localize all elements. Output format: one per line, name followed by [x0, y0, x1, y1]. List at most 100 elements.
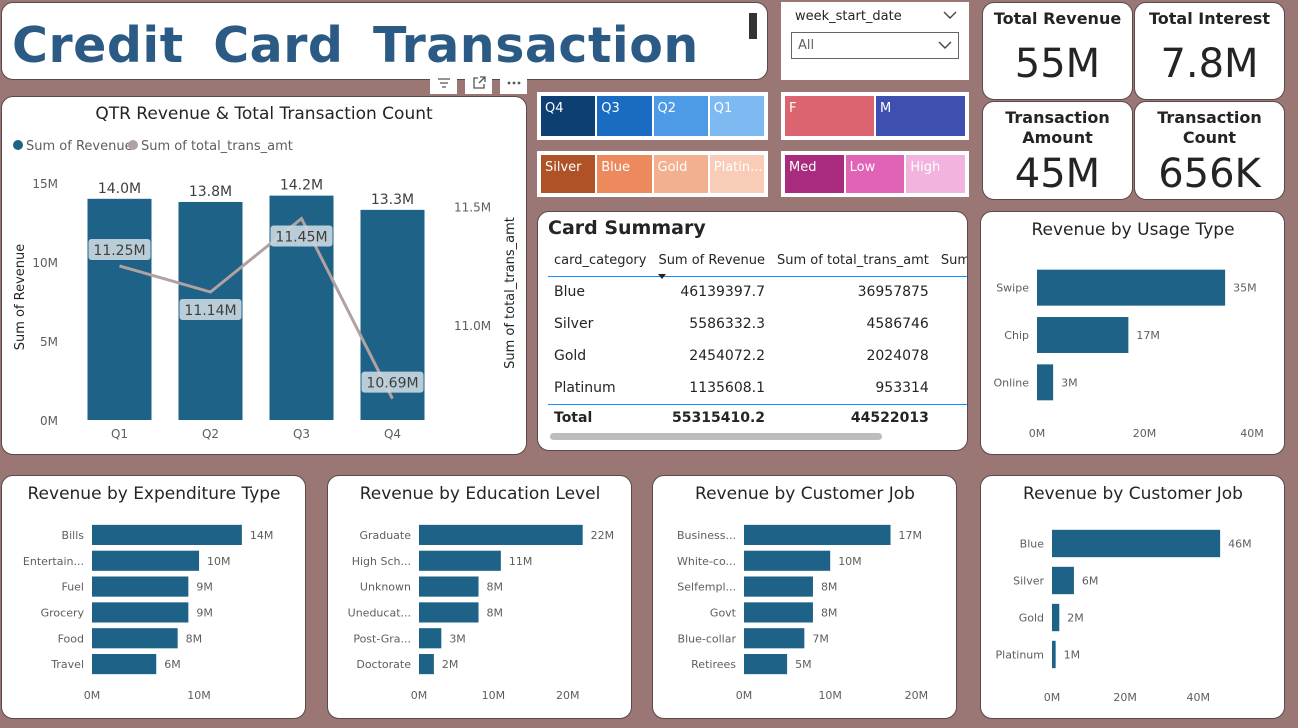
slicer-item-gold[interactable]: Gold [653, 155, 708, 193]
date-dropdown[interactable]: All [791, 32, 959, 59]
education-level-chart-card: Revenue by Education Level Graduate 22M Hig… [327, 475, 632, 719]
y-tick-label: 15M [32, 177, 58, 191]
bar [1037, 364, 1054, 401]
bar [1052, 566, 1074, 595]
line-data-label: 10.69M [366, 376, 418, 392]
bar-data-label: 6M [1082, 575, 1099, 588]
bar [419, 654, 434, 675]
column-header[interactable]: Sum of Revenue [652, 246, 772, 279]
y-tick-label: White-co... [677, 555, 736, 568]
bar-data-label: 8M [821, 581, 838, 594]
slicer-item-q2[interactable]: Q2 [653, 96, 708, 136]
scrollbar[interactable] [749, 13, 757, 39]
bar [744, 524, 891, 545]
qtr-revenue-chart-card: QTR Revenue & Total Transaction Count Sum… [1, 96, 527, 455]
x-tick-label: 10M [818, 689, 842, 702]
horizontal-scrollbar[interactable] [550, 433, 882, 440]
bar-data-label: 10M [207, 555, 231, 568]
table-cell: 5586332.3 [689, 316, 766, 332]
slicer-item-q4[interactable]: Q4 [541, 96, 596, 136]
kpi-value: 7.8M [1160, 41, 1259, 87]
y-tick-label: Food [58, 632, 84, 645]
x-tick-label: 0M [1029, 427, 1046, 440]
table-total-row: Total 55315410.2 44522013 [548, 403, 967, 432]
customer-job-chart-card: Revenue by Customer Job Business... 17M Whi… [652, 475, 957, 719]
bar [92, 602, 189, 623]
line-data-label: 11.45M [275, 230, 327, 246]
x-tick-label: Q1 [111, 427, 128, 441]
table-cell: 36957875 [857, 284, 929, 301]
bar [92, 654, 157, 675]
bar [419, 524, 583, 545]
table-cell [935, 308, 967, 340]
y-tick-label: 5M [40, 335, 58, 349]
bar-data-label: 8M [487, 606, 504, 619]
filter-icon[interactable] [430, 72, 457, 94]
y-tick-label: 0M [40, 414, 58, 428]
bar-data-label: 2M [1067, 612, 1084, 625]
column-header[interactable]: Sum of in [934, 246, 967, 277]
bar [419, 602, 479, 623]
table-header-row: card_category Sum of Revenue Sum of tota… [548, 246, 967, 279]
line-series [119, 216, 394, 400]
bar [1052, 603, 1060, 632]
x-tick-label: 40M [1186, 691, 1210, 704]
y-tick-label: Blue-collar [678, 632, 737, 645]
kpi-label: Total Interest [1148, 9, 1271, 28]
x-tick-label: Q4 [384, 427, 401, 441]
bar [1037, 269, 1226, 306]
bar [92, 628, 178, 649]
table-row: Platinum 1135608.1 953314 [548, 372, 967, 404]
y2-tick-label: 11.0M [454, 319, 491, 333]
bar [744, 654, 788, 675]
slicer-item-blue[interactable]: Blue [597, 155, 652, 193]
slicer-item-low[interactable]: Low [845, 155, 905, 193]
column-header[interactable]: card_category [548, 246, 653, 277]
y-axis-label: Sum of Revenue [13, 244, 28, 351]
table-cell: Gold [554, 348, 587, 364]
y-tick-label: Chip [1004, 329, 1029, 342]
kpi-label: Transaction Count [1157, 108, 1262, 147]
table-cell: 44522013 [771, 403, 935, 432]
dropdown-value: All [798, 38, 815, 53]
bar [92, 524, 242, 545]
table-cell: 46139397.7 [680, 284, 766, 301]
chevron-down-icon[interactable] [943, 11, 957, 20]
bar-data-label: 46M [1228, 538, 1252, 551]
y-tick-label: Silver [1013, 575, 1044, 588]
bar [419, 628, 442, 649]
y-tick-label: Entertain... [23, 555, 84, 568]
x-tick-label: 20M [1133, 427, 1157, 440]
chart-title: Revenue by Usage Type [1031, 220, 1234, 240]
column-header[interactable]: Sum of total_trans_amt [771, 246, 935, 277]
slicer-item-f[interactable]: F [785, 96, 874, 136]
y-tick-label: Unknown [360, 581, 411, 594]
slicer-item-high[interactable]: High [906, 155, 966, 193]
gender-slicer: F M [781, 92, 969, 140]
table-row: Gold 2454072.2 2024078 [548, 340, 967, 372]
more-options-icon[interactable] [500, 72, 527, 94]
slicer-label: week_start_date [795, 9, 902, 24]
y-tick-label: Uneducat... [348, 606, 411, 619]
slicer-item-q1[interactable]: Q1 [709, 96, 764, 136]
bar-data-label: 14M [250, 529, 274, 542]
slicer-item-platinum[interactable]: Platin... [709, 155, 764, 193]
slicer-item-med[interactable]: Med [785, 155, 844, 193]
card-summary-card: Card Summary card_category Sum of Revenu… [537, 211, 968, 451]
slicer-item-silver[interactable]: Silver [541, 155, 596, 193]
y-tick-label: Blue [1020, 538, 1045, 551]
bar-data-label: 14.2M [280, 178, 323, 194]
bar-data-label: 6M [164, 658, 181, 671]
bar [744, 602, 813, 623]
y-tick-label: Govt [710, 606, 737, 619]
bar [744, 576, 813, 597]
y-tick-label: Platinum [996, 649, 1044, 662]
table-row: Silver 5586332.3 4586746 [548, 308, 967, 340]
focus-mode-icon[interactable] [465, 72, 492, 94]
slicer-item-m[interactable]: M [876, 96, 965, 136]
x-tick-label: 0M [84, 689, 101, 702]
slicer-item-q3[interactable]: Q3 [597, 96, 652, 136]
y2-tick-label: 11.5M [454, 201, 491, 215]
bar [92, 576, 189, 597]
bar-data-label: 7M [812, 632, 829, 645]
